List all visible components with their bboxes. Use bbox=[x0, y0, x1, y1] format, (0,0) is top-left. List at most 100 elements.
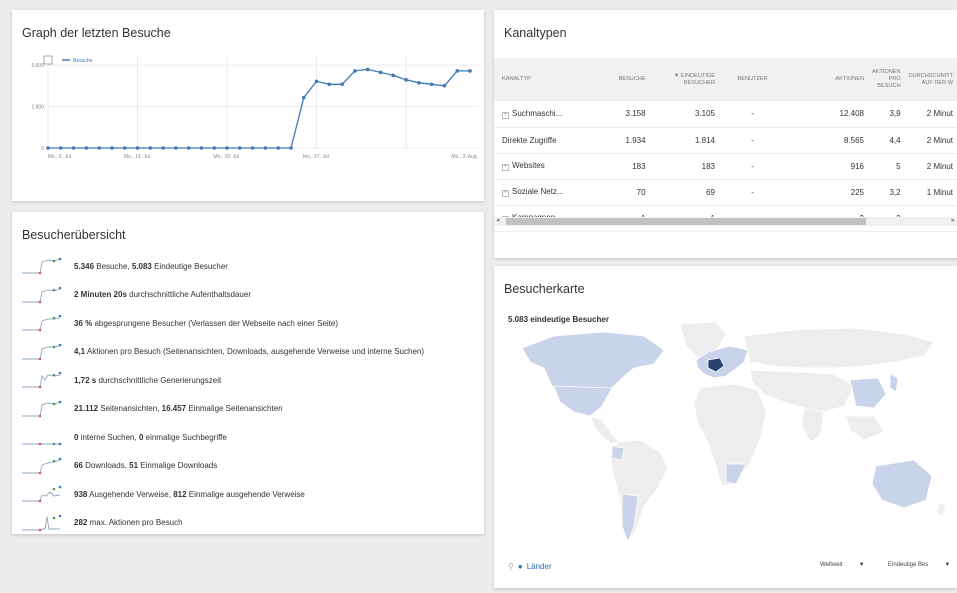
data-point[interactable] bbox=[84, 146, 89, 150]
overview-row-text: 21.112 Seitenansichten, 16.457 Einmalige… bbox=[74, 404, 283, 413]
chart-export-icon[interactable] bbox=[43, 55, 53, 65]
country-india[interactable] bbox=[801, 407, 825, 443]
expand-icon[interactable]: + bbox=[502, 164, 509, 171]
sparkline-icon[interactable] bbox=[22, 399, 66, 419]
data-point[interactable] bbox=[161, 146, 165, 150]
country-australia[interactable] bbox=[871, 459, 933, 509]
world-map[interactable] bbox=[494, 316, 957, 566]
cell-unique: 1.814 bbox=[649, 127, 719, 154]
expand-icon[interactable]: + bbox=[502, 111, 509, 119]
cell-channel[interactable]: + Soziale Netz... bbox=[494, 179, 594, 206]
region-select-value: Weltweit bbox=[820, 562, 843, 568]
sparkline-icon[interactable] bbox=[22, 427, 66, 447]
data-point[interactable] bbox=[110, 146, 114, 150]
data-point[interactable] bbox=[391, 73, 396, 78]
overview-row-text: 4,1 Aktionen pro Besuch (Seitenansichten… bbox=[74, 347, 425, 356]
col-header-channel[interactable]: KANALTYP bbox=[494, 58, 594, 101]
data-point[interactable] bbox=[289, 146, 293, 150]
expand-icon[interactable]: + bbox=[502, 190, 509, 197]
data-point[interactable] bbox=[353, 69, 357, 73]
country-china[interactable] bbox=[849, 377, 887, 409]
country-southeast-asia[interactable] bbox=[845, 415, 885, 441]
data-point[interactable] bbox=[340, 82, 344, 87]
data-point[interactable] bbox=[58, 146, 63, 150]
sparkline-icon[interactable] bbox=[22, 342, 66, 362]
country-russia[interactable] bbox=[743, 327, 935, 369]
country-colombia[interactable] bbox=[611, 445, 625, 461]
overview-row: 2 Minuten 20s durchschnittliche Aufentha… bbox=[22, 285, 251, 305]
data-point[interactable] bbox=[225, 146, 229, 150]
col-header-actions[interactable]: AKTIONEN bbox=[786, 58, 868, 101]
data-point[interactable] bbox=[135, 146, 140, 150]
country-japan[interactable] bbox=[889, 373, 899, 393]
data-point[interactable] bbox=[238, 146, 242, 150]
table-row[interactable]: Direkte Zugriffe 1.934 1.814-8.565 4,4 2 Min… bbox=[494, 127, 957, 154]
data-point[interactable] bbox=[417, 80, 421, 85]
country-central-america[interactable] bbox=[589, 415, 621, 445]
countries-link-label[interactable]: Länder bbox=[527, 562, 552, 571]
col-header-actions-per-visit[interactable]: AKTIONEN PRO BESUCH bbox=[868, 58, 905, 101]
country-usa[interactable] bbox=[553, 385, 613, 417]
table-row[interactable]: + Suchmaschi... 3.158 3.105-12.408 3,9 2 Minu… bbox=[494, 101, 957, 128]
data-point[interactable] bbox=[122, 146, 127, 150]
cell-channel[interactable]: + Websites bbox=[494, 153, 594, 180]
data-point[interactable] bbox=[212, 146, 217, 150]
col-header-visits[interactable]: BESUCHE bbox=[593, 58, 650, 101]
data-point[interactable] bbox=[404, 78, 408, 82]
data-point[interactable] bbox=[455, 69, 460, 73]
col-header-users[interactable]: BENUTZER bbox=[719, 58, 787, 101]
data-point[interactable] bbox=[46, 146, 50, 150]
scroll-left-icon[interactable]: ◂ bbox=[496, 216, 500, 224]
country-new-zealand[interactable] bbox=[935, 501, 947, 517]
overview-row-text: 1,72 s durchschnittliche Generierungszei… bbox=[74, 375, 222, 385]
data-point[interactable] bbox=[199, 146, 204, 150]
data-point[interactable] bbox=[263, 146, 268, 150]
data-point[interactable] bbox=[148, 146, 153, 150]
data-point[interactable] bbox=[97, 146, 101, 150]
sparkline-icon[interactable] bbox=[22, 513, 66, 533]
overview-row-text: 5.346 Besuche, 5.083 Eindeutige Besucher bbox=[74, 261, 228, 271]
cell-unique: 69 bbox=[649, 179, 719, 206]
sparkline-icon[interactable] bbox=[22, 370, 66, 390]
data-point[interactable] bbox=[301, 95, 306, 100]
col-header-unique-visitors[interactable]: ▼ EINDEUTIGE BESUCHER bbox=[649, 58, 719, 101]
data-point[interactable] bbox=[276, 146, 280, 150]
globe-icon: ● bbox=[517, 562, 523, 571]
data-point[interactable] bbox=[71, 146, 76, 150]
cell-channel[interactable]: + Suchmaschi... bbox=[494, 101, 594, 128]
data-point[interactable] bbox=[442, 83, 447, 88]
scroll-right-icon[interactable]: ▸ bbox=[951, 216, 955, 224]
table-row[interactable]: + Soziale Netz... 70 69-225 3,2 1 Minut bbox=[494, 179, 957, 206]
region-select[interactable]: Weltweit ▼ bbox=[820, 562, 865, 568]
map-countries-link[interactable]: ⚲ ● Länder bbox=[508, 562, 552, 571]
data-point[interactable] bbox=[250, 146, 255, 150]
metric-select[interactable]: Eindeutige Bes ▼ bbox=[888, 562, 950, 568]
table-horizontal-scrollbar[interactable]: ◂ ▸ bbox=[494, 217, 957, 226]
data-point[interactable] bbox=[314, 79, 319, 84]
data-point[interactable] bbox=[327, 82, 332, 87]
data-point[interactable] bbox=[429, 82, 434, 87]
table-row[interactable]: + Websites 183 183-916 5 2 Minut bbox=[494, 153, 957, 180]
sparkline-icon[interactable] bbox=[22, 313, 66, 333]
zoom-icon[interactable]: ⚲ bbox=[508, 562, 514, 571]
overview-row-text: 282 max. Aktionen pro Besuch bbox=[74, 518, 183, 527]
overview-row-text: 0 interne Suchen, 0 einmalige Suchbegrif… bbox=[74, 432, 227, 442]
sparkline-icon[interactable] bbox=[22, 456, 66, 476]
data-point[interactable] bbox=[174, 146, 178, 150]
legend-label[interactable]: Besuche bbox=[73, 58, 93, 64]
data-point[interactable] bbox=[365, 67, 370, 72]
cell-channel[interactable]: Direkte Zugriffe bbox=[494, 127, 594, 154]
sparkline-icon[interactable] bbox=[22, 285, 66, 305]
sparkline-icon[interactable] bbox=[22, 256, 66, 276]
data-point[interactable] bbox=[468, 69, 472, 73]
x-tick-label: Mo., 13. Jul. bbox=[124, 154, 151, 160]
country-asia[interactable] bbox=[749, 369, 855, 413]
data-point[interactable] bbox=[186, 146, 191, 150]
data-point[interactable] bbox=[378, 70, 383, 75]
col-header-avg-time[interactable]: DURCHSCHNITT AUF DER W bbox=[904, 58, 957, 101]
scrollbar-thumb[interactable] bbox=[506, 218, 866, 225]
overview-row-text: 36 % abgesprungene Besucher (Verlassen d… bbox=[74, 318, 339, 328]
country-south-africa[interactable] bbox=[725, 463, 747, 485]
cell-unique: 3.105 bbox=[649, 101, 719, 128]
sparkline-icon[interactable] bbox=[22, 484, 66, 504]
